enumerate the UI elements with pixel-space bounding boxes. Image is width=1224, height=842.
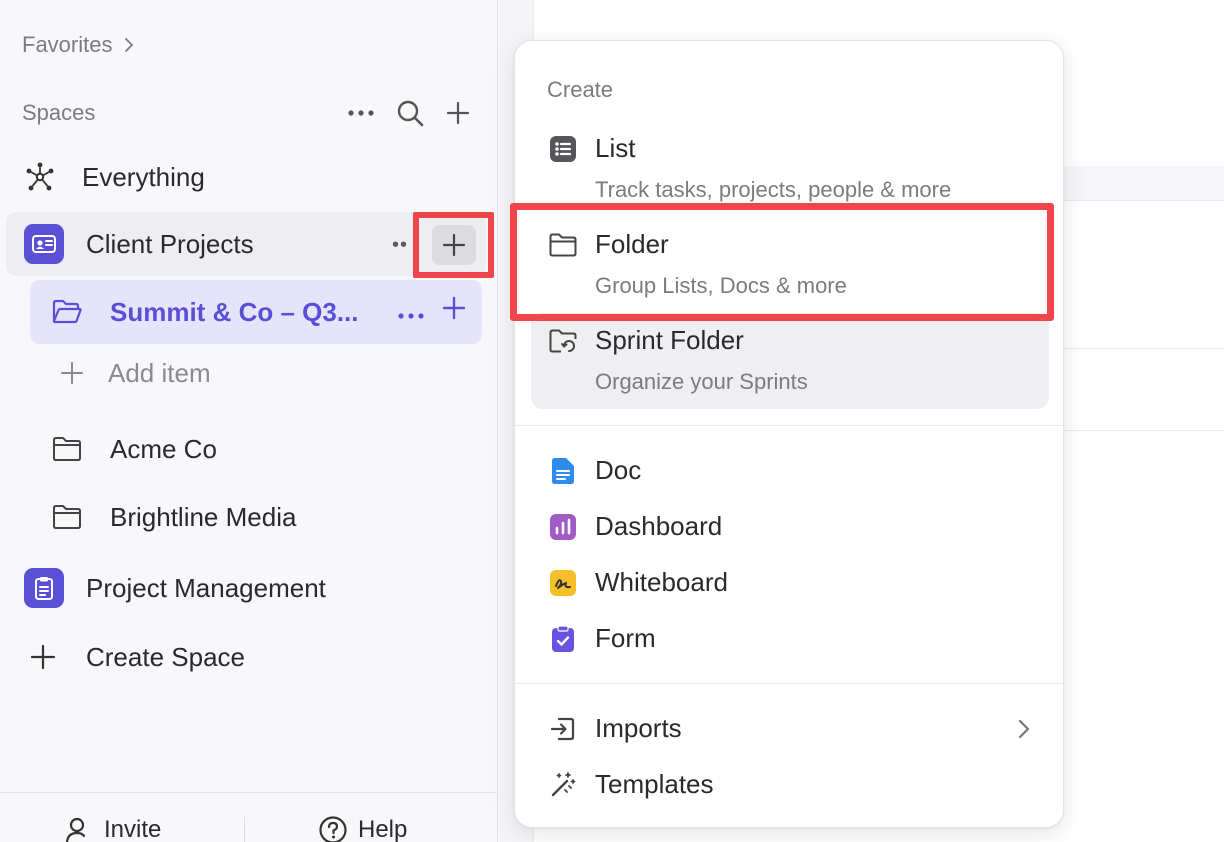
add-item-button[interactable]: Add item xyxy=(60,356,211,390)
menu-item-title: Form xyxy=(595,623,656,653)
menu-item-dashboard[interactable]: Dashboard xyxy=(531,507,1049,547)
menu-item-title: Sprint Folder xyxy=(595,325,744,355)
form-icon xyxy=(549,625,577,653)
menu-item-imports[interactable]: Imports xyxy=(531,709,1049,749)
sidebar-item-label: Client Projects xyxy=(86,228,254,259)
add-item-label: Add item xyxy=(108,357,211,388)
folder-open-icon xyxy=(52,299,82,324)
list-icon xyxy=(549,135,577,163)
menu-divider xyxy=(515,425,1063,426)
folder-icon xyxy=(53,505,81,529)
footer-divider xyxy=(244,817,245,842)
spaces-header: Spaces xyxy=(22,96,470,130)
help-label: Help xyxy=(358,816,408,842)
menu-divider xyxy=(515,683,1063,684)
menu-item-title: Imports xyxy=(595,713,682,743)
menu-item-title: List xyxy=(595,133,636,163)
user-add-icon xyxy=(65,817,86,842)
folder-icon xyxy=(53,437,81,461)
create-space-label: Create Space xyxy=(86,641,245,672)
network-icon xyxy=(26,162,54,191)
favorites-header[interactable]: Favorites xyxy=(22,30,136,60)
sidebar-item-label: Summit & Co – Q3... xyxy=(110,296,359,327)
invite-button[interactable]: Invite xyxy=(64,815,161,842)
create-space-button[interactable]: Create Space xyxy=(30,638,245,676)
plus-icon xyxy=(61,362,83,384)
help-button[interactable]: Help xyxy=(318,815,407,842)
sidebar-item-label: Everything xyxy=(82,161,205,192)
sidebar-footer: Invite Help xyxy=(0,792,498,842)
menu-item-subtitle: Group Lists, Docs & more xyxy=(595,273,847,298)
sidebar-item-project-management[interactable]: Project Management xyxy=(24,566,326,610)
sidebar: Favorites Spaces Everything Client Proje… xyxy=(0,0,498,842)
menu-item-folder[interactable]: Folder Group Lists, Docs & more xyxy=(531,225,1049,305)
plus-icon xyxy=(30,644,56,670)
plus-icon xyxy=(442,233,465,257)
create-menu-header: Create xyxy=(547,77,614,102)
import-icon xyxy=(549,715,577,743)
add-space-plus-icon[interactable] xyxy=(446,101,470,125)
folder-icon xyxy=(549,231,577,259)
sidebar-item-everything[interactable]: Everything xyxy=(24,156,205,198)
plus-icon[interactable] xyxy=(442,296,466,327)
magic-wand-icon xyxy=(549,771,577,799)
chevron-right-icon xyxy=(125,38,134,52)
dashboard-icon xyxy=(549,513,577,541)
invite-label: Invite xyxy=(104,816,162,842)
sidebar-item-label: Project Management xyxy=(86,572,326,603)
menu-item-title: Whiteboard xyxy=(595,567,728,597)
menu-item-sprint-folder[interactable]: Sprint Folder Organize your Sprints xyxy=(531,313,1049,409)
create-menu: Create List Track tasks, projects, peopl… xyxy=(514,40,1064,828)
sidebar-item-client-projects[interactable]: Client Projects •• xyxy=(6,212,494,278)
menu-item-title: Doc xyxy=(595,455,642,485)
menu-item-title: Templates xyxy=(595,769,714,799)
menu-item-subtitle: Organize your Sprints xyxy=(595,369,808,394)
spaces-label: Spaces xyxy=(22,100,96,125)
sidebar-item-label: Brightline Media xyxy=(110,501,297,532)
sidebar-item-acme-co[interactable]: Acme Co xyxy=(52,430,217,468)
sidebar-item-summit-folder[interactable]: Summit & Co – Q3... xyxy=(30,280,482,344)
add-to-space-button[interactable] xyxy=(413,212,494,278)
menu-item-doc[interactable]: Doc xyxy=(531,451,1049,491)
menu-item-form[interactable]: Form xyxy=(531,619,1049,659)
search-icon[interactable] xyxy=(396,99,424,127)
chevron-right-icon xyxy=(1018,719,1030,739)
sidebar-item-label: Acme Co xyxy=(110,433,217,464)
menu-item-title: Folder xyxy=(595,229,669,259)
whiteboard-icon xyxy=(549,569,577,597)
sprint-folder-icon xyxy=(549,327,577,355)
clipboard-icon xyxy=(24,568,64,608)
doc-icon xyxy=(549,457,577,485)
help-icon xyxy=(319,816,347,842)
menu-item-list[interactable]: List Track tasks, projects, people & mor… xyxy=(531,129,1049,209)
favorites-label: Favorites xyxy=(22,32,113,57)
more-options-icon[interactable]: •• xyxy=(392,234,408,257)
id-card-icon xyxy=(24,224,64,264)
more-options-icon[interactable] xyxy=(398,296,424,327)
menu-item-subtitle: Track tasks, projects, people & more xyxy=(595,177,952,202)
sidebar-item-brightline-media[interactable]: Brightline Media xyxy=(52,498,296,536)
menu-item-whiteboard[interactable]: Whiteboard xyxy=(531,563,1049,603)
more-options-icon[interactable] xyxy=(348,109,374,117)
menu-item-title: Dashboard xyxy=(595,511,723,541)
menu-item-templates[interactable]: Templates xyxy=(531,765,1049,805)
